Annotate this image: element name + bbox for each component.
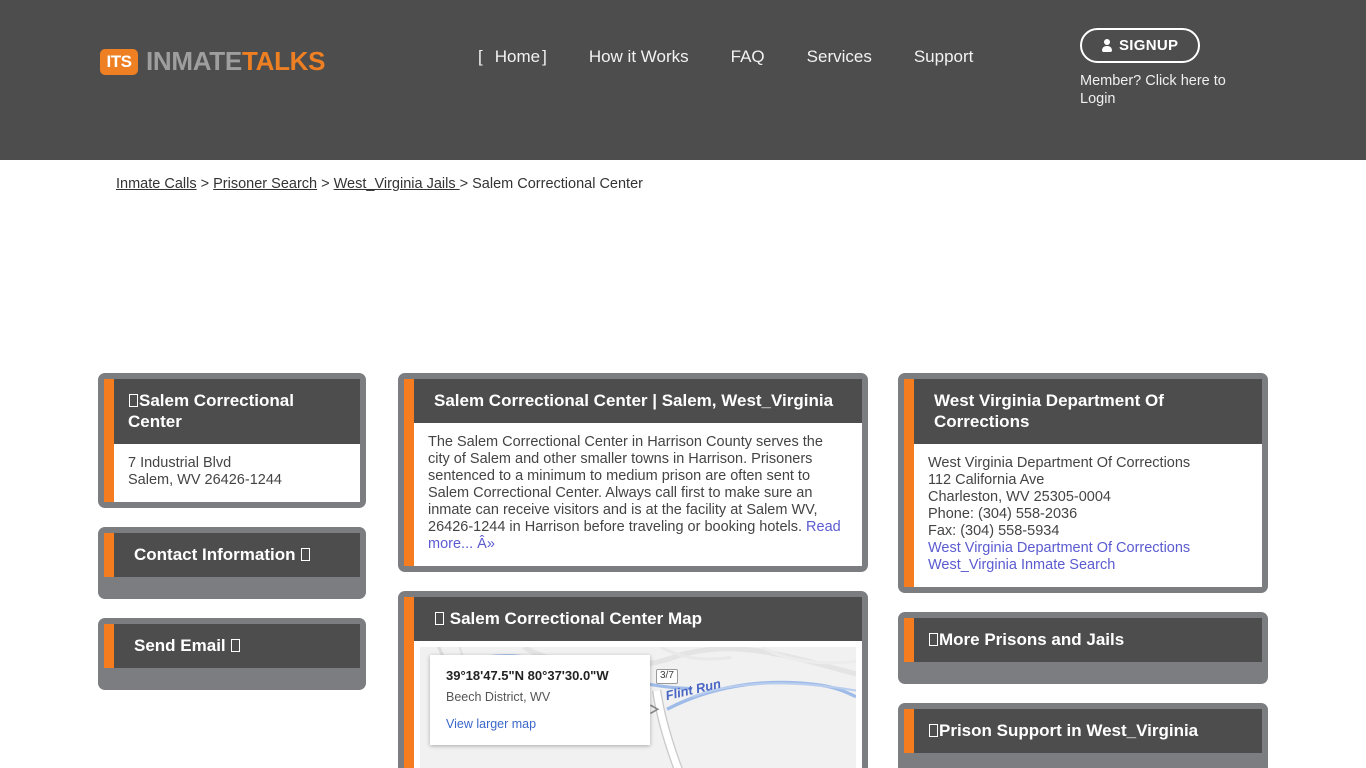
nav-bracket-close: ]	[542, 47, 547, 66]
breadcrumb-item-current: Salem Correctional Center	[472, 176, 643, 192]
breadcrumb-item-inmate-calls[interactable]: Inmate Calls	[116, 176, 197, 192]
about-facility-panel-body: The Salem Correctional Center in Harriso…	[414, 423, 862, 566]
main-navigation: [ Home ] How it Works FAQ Services Suppo…	[478, 47, 1015, 67]
missing-glyph-icon	[435, 612, 444, 625]
inmate-search-link[interactable]: West_Virginia Inmate Search	[928, 557, 1248, 574]
panel-accent-bar	[404, 597, 414, 768]
panel-inner: Contact Information	[114, 533, 360, 577]
nav-item-services[interactable]: Services	[807, 47, 872, 67]
panel-inner: Salem Correctional Center | Salem, West_…	[414, 379, 862, 566]
doc-info-panel-body: West Virginia Department Of Corrections …	[914, 444, 1262, 587]
missing-glyph-icon	[129, 394, 138, 407]
logo-word-talks: TALKS	[241, 46, 326, 76]
contact-information-panel-title[interactable]: Contact Information	[114, 533, 360, 577]
panel-inner: More Prisons and Jails	[914, 618, 1262, 662]
facility-info-panel-body: 7 Industrial Blvd Salem, WV 26426-1244	[114, 444, 360, 502]
more-prisons-panel-title-text: More Prisons and Jails	[939, 630, 1125, 649]
send-email-panel-title[interactable]: Send Email	[114, 624, 360, 668]
breadcrumb-separator: >	[317, 176, 334, 192]
contact-information-panel[interactable]: Contact Information	[98, 527, 366, 599]
panel-inner: Prison Support in West_Virginia	[914, 709, 1262, 753]
logo-mark-icon: ITS	[100, 48, 138, 75]
doc-citystate: Charleston, WV 25305-0004	[928, 489, 1111, 505]
breadcrumb-separator: >	[459, 176, 473, 192]
facility-info-panel: Salem Correctional Center 7 Industrial B…	[98, 373, 366, 508]
missing-glyph-icon	[301, 548, 311, 561]
facility-map-panel-title-text: Salem Correctional Center Map	[449, 609, 702, 628]
facility-map-panel-title: Salem Correctional Center Map	[414, 597, 862, 641]
doc-name: West Virginia Department Of Corrections	[928, 455, 1191, 471]
doc-website-link[interactable]: West Virginia Department Of Corrections	[928, 540, 1248, 557]
nav-item-how-it-works[interactable]: How it Works	[589, 47, 689, 67]
panel-inner: Salem Correctional Center 7 Industrial B…	[114, 379, 360, 502]
account-area: SIGNUP Member? Click here to Login	[1080, 28, 1280, 108]
nav-item-faq[interactable]: FAQ	[731, 47, 765, 67]
site-header: ITS INMATETALKS [ Home ] How it Works FA…	[0, 0, 1366, 160]
missing-glyph-icon	[929, 724, 938, 737]
panel-accent-bar	[404, 379, 414, 566]
nav-item-support[interactable]: Support	[914, 47, 974, 67]
user-icon	[1102, 39, 1112, 52]
map-route-shield-upper: 3/7	[656, 669, 678, 684]
panel-accent-bar	[904, 709, 914, 753]
panel-accent-bar	[904, 618, 914, 662]
contact-information-panel-title-text: Contact Information	[134, 545, 296, 564]
nav-item-home[interactable]: Home	[495, 47, 540, 67]
view-larger-map-link[interactable]: View larger map	[446, 717, 634, 731]
panel-accent-bar	[104, 379, 114, 502]
about-facility-panel: Salem Correctional Center | Salem, West_…	[398, 373, 868, 572]
facility-info-panel-title-text: Salem Correctional Center	[128, 391, 294, 431]
send-email-panel-title-text: Send Email	[134, 636, 226, 655]
panel-inner: Salem Correctional Center Map 3/7 Flint …	[414, 597, 862, 768]
prison-support-panel[interactable]: Prison Support in West_Virginia	[898, 703, 1268, 768]
login-link[interactable]: Member? Click here to Login	[1080, 72, 1232, 108]
logo-wordmark: INMATETALKS	[146, 46, 325, 77]
more-prisons-panel[interactable]: More Prisons and Jails	[898, 612, 1268, 684]
panel-inner: West Virginia Department Of Corrections …	[914, 379, 1262, 587]
more-prisons-panel-title[interactable]: More Prisons and Jails	[914, 618, 1262, 662]
doc-info-panel-title: West Virginia Department Of Corrections	[914, 379, 1262, 444]
panel-accent-bar	[904, 379, 914, 587]
signup-button[interactable]: SIGNUP	[1080, 28, 1201, 63]
embedded-map[interactable]: 3/7 3 Flint Run 39°18'47.5"N 80°37'30.0"…	[420, 647, 856, 768]
breadcrumb: Inmate Calls > Prisoner Search > West_Vi…	[116, 176, 643, 192]
doc-info-panel: West Virginia Department Of Corrections …	[898, 373, 1268, 593]
logo-word-inmate: INMATE	[146, 46, 242, 76]
nav-bracket-open: [	[478, 47, 483, 66]
right-column: West Virginia Department Of Corrections …	[898, 373, 1268, 768]
prison-support-panel-title-text: Prison Support in West_Virginia	[939, 721, 1199, 740]
left-column: Salem Correctional Center 7 Industrial B…	[98, 373, 366, 709]
breadcrumb-item-west-virginia-jails[interactable]: West_Virginia Jails	[334, 176, 460, 192]
prison-support-panel-title[interactable]: Prison Support in West_Virginia	[914, 709, 1262, 753]
map-place-name: Beech District, WV	[446, 690, 551, 704]
facility-map-panel: Salem Correctional Center Map 3/7 Flint …	[398, 591, 868, 768]
breadcrumb-separator: >	[196, 176, 214, 192]
panel-inner: Send Email	[114, 624, 360, 668]
about-facility-text: The Salem Correctional Center in Harriso…	[428, 434, 823, 535]
about-facility-panel-title: Salem Correctional Center | Salem, West_…	[414, 379, 862, 423]
send-email-panel[interactable]: Send Email	[98, 618, 366, 690]
facility-address-line1: 7 Industrial Blvd	[128, 455, 232, 471]
map-coordinates: 39°18'47.5"N 80°37'30.0"W	[446, 668, 609, 683]
map-info-card: 39°18'47.5"N 80°37'30.0"W Beech District…	[430, 655, 650, 745]
site-logo[interactable]: ITS INMATETALKS	[100, 46, 325, 77]
missing-glyph-icon	[231, 639, 241, 652]
facility-address-line2: Salem, WV 26426-1244	[128, 472, 282, 488]
doc-fax: Fax: (304) 558-5934	[928, 523, 1060, 539]
panel-accent-bar	[104, 533, 114, 577]
breadcrumb-item-prisoner-search[interactable]: Prisoner Search	[213, 176, 317, 192]
facility-info-panel-title: Salem Correctional Center	[114, 379, 360, 444]
signup-button-label: SIGNUP	[1119, 37, 1179, 54]
map-padding: 3/7 3 Flint Run 39°18'47.5"N 80°37'30.0"…	[414, 641, 862, 768]
middle-column: Salem Correctional Center | Salem, West_…	[398, 373, 868, 768]
doc-phone: Phone: (304) 558-2036	[928, 506, 1078, 522]
doc-street: 112 California Ave	[928, 472, 1045, 488]
missing-glyph-icon	[929, 633, 938, 646]
panel-accent-bar	[104, 624, 114, 668]
